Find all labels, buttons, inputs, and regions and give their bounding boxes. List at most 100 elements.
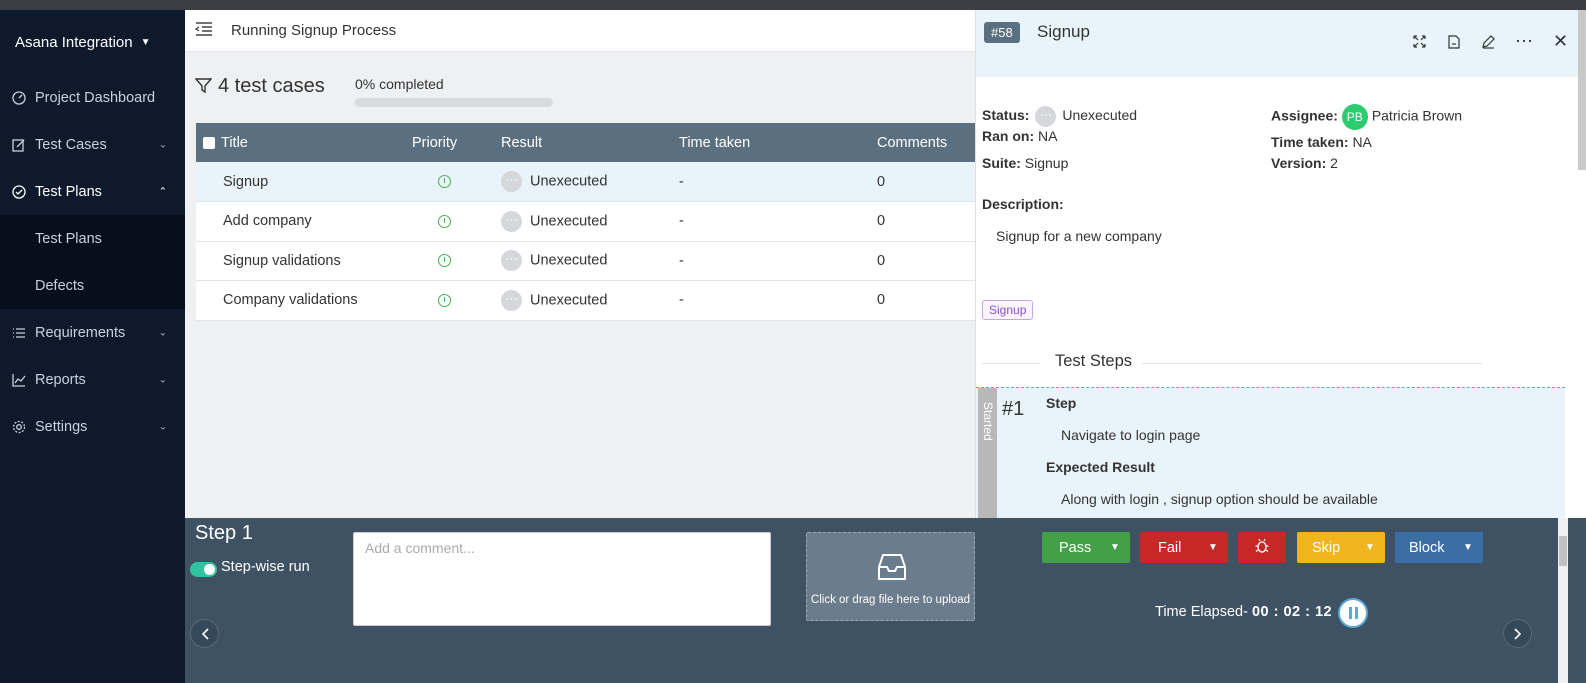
skip-label: Skip <box>1312 539 1341 556</box>
caret-down-icon[interactable]: ▼ <box>1198 532 1228 563</box>
sidebar-item-test-plans[interactable]: Test Plans ⌃ <box>0 168 185 215</box>
unexecuted-status-icon: ··· <box>501 171 522 192</box>
step-wise-run-toggle[interactable] <box>190 562 217 577</box>
suite-field: Suite: Signup <box>982 155 1068 171</box>
row-comments: 0 <box>877 241 975 281</box>
project-switcher[interactable]: Asana Integration ▼ <box>0 10 185 74</box>
test-step-card[interactable]: Started #1 Step Navigate to login page E… <box>976 387 1565 519</box>
row-title[interactable]: Signup <box>196 162 412 202</box>
sidebar-item-requirements[interactable]: Requirements ⌄ <box>0 309 185 356</box>
table-row[interactable]: Signup ··· Unexecuted - 0 <box>196 162 975 202</box>
sidebar-item-label: Project Dashboard <box>35 89 156 106</box>
pass-button[interactable]: Pass ▼ <box>1042 532 1130 563</box>
priority-icon <box>438 293 451 307</box>
table-row[interactable]: Add company ··· Unexecuted - 0 <box>196 201 975 242</box>
filter-icon[interactable] <box>194 77 213 97</box>
priority-icon <box>438 254 451 268</box>
sidebar-item-label: Test Plans <box>35 230 102 247</box>
comment-input[interactable] <box>353 532 771 626</box>
file-upload-dropzone[interactable]: Click or drag file here to upload <box>806 532 975 621</box>
detail-title: Signup <box>1037 22 1090 41</box>
assignee-label: Assignee: <box>1271 107 1338 124</box>
detail-scrollbar[interactable] <box>1578 10 1586 170</box>
status-label: Status: <box>982 107 1030 124</box>
block-label: Block <box>1409 539 1445 556</box>
row-time: - <box>679 280 877 321</box>
chevron-down-icon: ⌄ <box>158 421 167 432</box>
detail-header: #58 Signup ⋯ ✕ <box>976 10 1586 77</box>
scrollbar-thumb[interactable] <box>1559 536 1567 566</box>
row-comments: 0 <box>877 162 975 202</box>
time-taken-value: NA <box>1352 134 1372 150</box>
time-elapsed: Time Elapsed- 00 : 02 : 12 <box>1155 604 1332 620</box>
chevron-up-icon: ⌃ <box>158 186 167 197</box>
sidebar: Asana Integration ▼ Project Dashboard Te… <box>0 10 185 683</box>
edit-icon[interactable] <box>1480 34 1495 49</box>
row-title[interactable]: Signup validations <box>196 241 412 281</box>
caret-down-icon[interactable]: ▼ <box>1355 532 1385 563</box>
block-button[interactable]: Block ▼ <box>1395 532 1483 563</box>
previous-step-button[interactable] <box>190 619 219 648</box>
row-time: - <box>679 241 877 281</box>
test-case-filter[interactable]: 4 test cases <box>194 75 325 98</box>
expand-icon[interactable] <box>1412 34 1427 49</box>
collapse-menu-icon[interactable] <box>194 22 213 39</box>
runner-scrollbar[interactable] <box>1558 518 1568 683</box>
list-icon <box>12 326 26 340</box>
table-row[interactable]: Signup validations ··· Unexecuted - 0 <box>196 241 975 281</box>
version-value: 2 <box>1330 155 1338 171</box>
column-priority[interactable]: Priority <box>412 123 501 162</box>
suite-tag[interactable]: Signup <box>982 300 1034 320</box>
caret-down-icon[interactable]: ▼ <box>1100 532 1130 563</box>
sidebar-item-project-dashboard[interactable]: Project Dashboard <box>0 74 185 121</box>
sidebar-subitem-defects[interactable]: Defects <box>0 262 185 309</box>
ran-on-label: Ran on: <box>982 128 1035 144</box>
row-title[interactable]: Company validations <box>196 280 412 321</box>
step-label: Step <box>1046 395 1077 411</box>
export-pdf-icon[interactable] <box>1446 34 1461 49</box>
fail-button[interactable]: Fail ▼ <box>1140 532 1228 563</box>
unexecuted-status-icon: ··· <box>501 250 522 272</box>
step-runner-bar: Step 1 Step-wise run Click or drag file … <box>185 518 1586 683</box>
divider <box>982 363 1040 364</box>
sidebar-submenu: Test Plans Defects <box>0 215 185 309</box>
assignee-value: Patricia Brown <box>1371 107 1463 124</box>
avatar: PB <box>1341 104 1368 130</box>
sidebar-item-reports[interactable]: Reports ⌄ <box>0 356 185 403</box>
step-wise-run-label: Step-wise run <box>221 559 310 575</box>
more-options-icon[interactable]: ⋯ <box>1514 31 1534 51</box>
test-cases-table: Title Priority Result Time taken Comment… <box>196 123 975 321</box>
page-title: Running Signup Process <box>231 22 397 39</box>
close-icon[interactable]: ✕ <box>1553 31 1568 51</box>
skip-button[interactable]: Skip ▼ <box>1297 532 1385 563</box>
sidebar-item-label: Defects <box>35 277 85 294</box>
page-header: Running Signup Process <box>185 10 975 52</box>
column-title[interactable]: Title <box>196 123 412 162</box>
column-result[interactable]: Result <box>501 123 679 162</box>
description-text: Signup for a new company <box>996 228 1162 244</box>
progress-label: 0% completed <box>355 76 444 92</box>
sidebar-item-test-cases[interactable]: Test Cases ⌄ <box>0 121 185 168</box>
expected-result-label: Expected Result <box>1046 459 1155 475</box>
test-case-count: 4 test cases <box>218 75 325 97</box>
select-all-checkbox[interactable] <box>203 136 215 149</box>
unexecuted-status-icon: ··· <box>501 289 522 311</box>
sidebar-item-settings[interactable]: Settings ⌄ <box>0 403 185 450</box>
column-time-taken[interactable]: Time taken <box>679 123 877 162</box>
row-result: Unexecuted <box>530 213 608 230</box>
report-defect-button[interactable] <box>1238 532 1286 563</box>
table-row[interactable]: Company validations ··· Unexecuted - 0 <box>196 280 975 321</box>
sidebar-item-label: Reports <box>35 371 86 388</box>
time-taken-label: Time taken: <box>1271 134 1349 150</box>
test-case-detail-panel: #58 Signup ⋯ ✕ Status: ··· Unexecuted Ran… <box>975 10 1586 519</box>
next-step-button[interactable] <box>1503 619 1532 648</box>
sidebar-subitem-test-plans[interactable]: Test Plans <box>0 215 185 262</box>
column-comments[interactable]: Comments <box>877 123 975 162</box>
line-chart-icon <box>12 373 26 387</box>
pause-timer-button[interactable] <box>1338 598 1368 628</box>
sidebar-item-label: Test Plans <box>35 183 102 200</box>
assignee-field: Assignee: PB Patricia Brown <box>1271 104 1462 130</box>
sidebar-item-label: Requirements <box>35 324 126 341</box>
caret-down-icon[interactable]: ▼ <box>1453 532 1483 563</box>
row-title[interactable]: Add company <box>196 201 412 242</box>
